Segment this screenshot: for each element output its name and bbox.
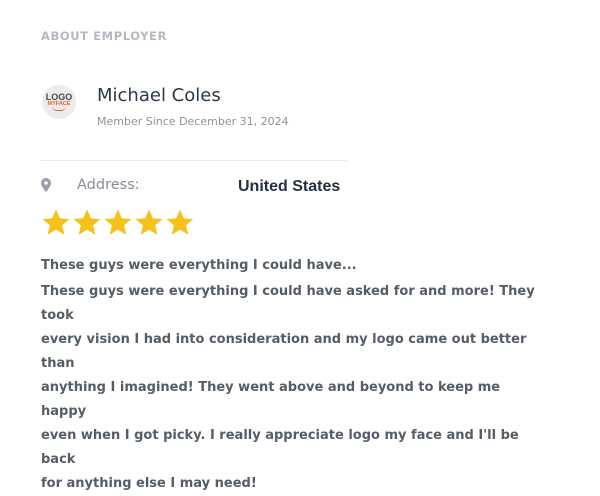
review-title: These guys were everything I could have.… (41, 258, 357, 273)
star-icon (166, 209, 194, 235)
star-icon (135, 209, 163, 235)
review-line: These guys were everything I could have … (41, 284, 535, 323)
employer-name[interactable]: Michael Coles (97, 85, 221, 106)
address-value: United States (238, 178, 341, 195)
employer-avatar[interactable]: LOGO MYFACE (42, 85, 76, 119)
divider (41, 160, 347, 161)
review-line: every vision I had into consideration an… (41, 332, 527, 371)
review-line: for anything else I may need! (41, 476, 257, 491)
address-label: Address: (77, 177, 140, 193)
review-body: These guys were everything I could have … (41, 280, 541, 496)
review-line: even when I got picky. I really apprecia… (41, 428, 519, 467)
map-pin-icon (41, 178, 51, 192)
star-icon (42, 209, 70, 235)
star-icon (73, 209, 101, 235)
section-title: ABOUT EMPLOYER (41, 29, 168, 43)
member-since: Member Since December 31, 2024 (97, 115, 289, 128)
star-icon (104, 209, 132, 235)
avatar-logo-text: LOGO (45, 92, 73, 102)
avatar-logo-smile (52, 106, 66, 111)
star-rating (41, 208, 195, 238)
